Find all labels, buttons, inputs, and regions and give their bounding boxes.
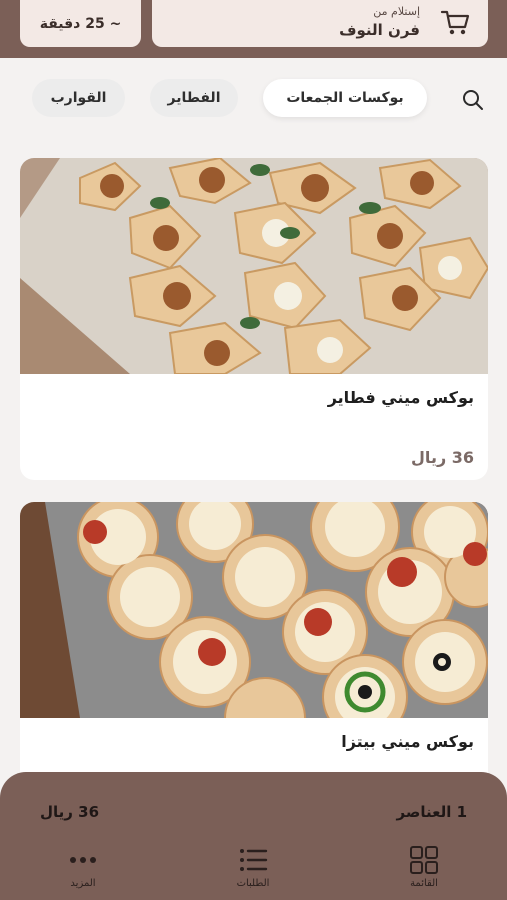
nav-orders-label: الطلبات <box>236 878 270 889</box>
nav-more[interactable]: المزيد <box>43 844 123 894</box>
pickup-selector[interactable]: إستلام من فرن النوف <box>152 0 488 47</box>
product-image-mini-pizza <box>20 502 488 718</box>
grid-icon <box>410 846 438 874</box>
product-title: بوكس ميني فطاير <box>327 388 474 407</box>
store-name: فرن النوف <box>339 21 420 39</box>
product-price: 36 ريال <box>411 448 474 467</box>
cart-item-count[interactable]: 1 العناصر <box>397 803 467 821</box>
nav-menu-label: القائمة <box>410 878 438 889</box>
product-card[interactable]: بوكس ميني فطاير 36 ريال <box>20 158 488 480</box>
eta-badge[interactable]: ~ 25 دقيقة <box>20 0 141 47</box>
product-image-mini-pies <box>20 158 488 374</box>
tab-pies[interactable]: الفطاير <box>150 79 238 117</box>
nav-orders[interactable]: الطلبات <box>213 844 293 894</box>
cart-icon[interactable] <box>440 8 470 36</box>
bottom-bar: 1 العناصر 36 ريال القائمة الطلبات المزيد <box>0 772 507 900</box>
product-title: بوكس ميني بيتزا <box>341 732 474 751</box>
list-icon <box>240 849 268 871</box>
app-header: إستلام من فرن النوف ~ 25 دقيقة <box>0 0 507 58</box>
nav-more-label: المزيد <box>70 878 96 889</box>
tab-group-boxes[interactable]: بوكسات الجمعات <box>263 79 427 117</box>
search-icon[interactable] <box>461 88 485 112</box>
tab-boats[interactable]: القوارب <box>32 79 125 117</box>
cart-total[interactable]: 36 ريال <box>40 803 99 821</box>
nav-menu[interactable]: القائمة <box>384 844 464 894</box>
product-card[interactable]: بوكس ميني بيتزا <box>20 502 488 792</box>
pickup-label: إستلام من <box>373 5 420 18</box>
more-icon <box>70 857 96 863</box>
